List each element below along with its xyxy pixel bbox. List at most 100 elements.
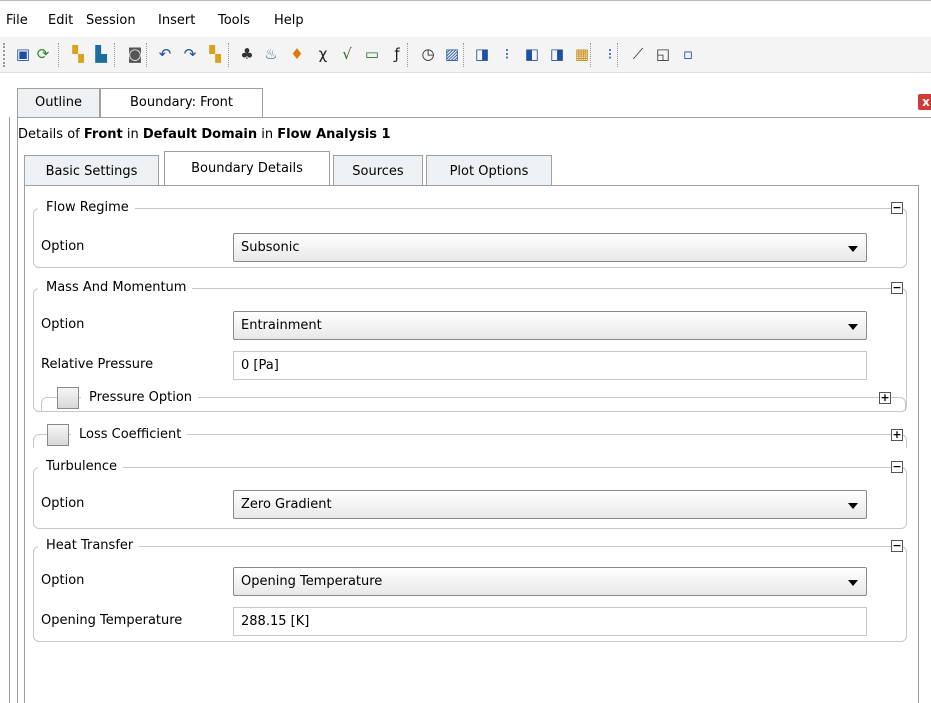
boundary-icon[interactable]: ⁝ xyxy=(497,44,517,64)
tab-basic-settings[interactable]: Basic Settings xyxy=(24,155,159,185)
expand-icon[interactable]: + xyxy=(879,392,891,404)
details-in-2: in xyxy=(261,127,274,142)
menu-tools[interactable]: Tools xyxy=(218,13,250,28)
tab-basic-settings-label: Basic Settings xyxy=(45,164,138,179)
toolbar-separator xyxy=(590,43,592,67)
mass-momentum-option-select[interactable]: Entrainment xyxy=(233,311,867,340)
collapse-glyph: − xyxy=(892,201,902,214)
expand-glyph: + xyxy=(892,428,902,441)
details-prefix: Details of xyxy=(18,127,80,142)
dropdown-arrow-icon xyxy=(848,324,858,330)
flow-regime-title: Flow Regime xyxy=(38,200,135,216)
toolbar-separator xyxy=(617,43,619,67)
menu-edit[interactable]: Edit xyxy=(48,13,73,28)
loss-coefficient-checkbox[interactable] xyxy=(47,424,69,446)
menu-insert[interactable]: Insert xyxy=(158,13,195,28)
relative-pressure-input[interactable]: 0 [Pa] xyxy=(233,351,867,380)
opening-temperature-value: 288.15 [K] xyxy=(241,614,310,629)
tab-sources-label: Sources xyxy=(352,164,404,179)
toolbar-separator xyxy=(228,43,230,67)
tab-outline-label: Outline xyxy=(34,95,83,110)
reaction-icon[interactable]: ♦ xyxy=(287,44,307,64)
domain-box-icon[interactable]: ◨ xyxy=(472,44,492,64)
load-icon[interactable]: ▚ xyxy=(205,44,225,64)
flow-regime-option-select[interactable]: Subsonic xyxy=(233,233,867,262)
collapse-icon[interactable]: − xyxy=(891,202,903,214)
domain-icon[interactable]: ♣ xyxy=(237,44,257,64)
toolbar-separator xyxy=(58,43,60,67)
details-analysis: Flow Analysis 1 xyxy=(277,127,391,142)
mesh-icon[interactable]: ▙ xyxy=(91,44,111,64)
mass-momentum-option-value: Entrainment xyxy=(241,318,322,333)
refresh-icon[interactable]: ⟳ xyxy=(33,44,53,64)
menu-help[interactable]: Help xyxy=(274,13,304,28)
details-header: Details of Front in Default Domain in Fl… xyxy=(18,127,391,142)
function-icon[interactable]: √ xyxy=(337,44,357,64)
interface-icon[interactable]: ◧ xyxy=(522,44,542,64)
menu-session[interactable]: Session xyxy=(86,13,136,28)
turbulence-option-select[interactable]: Zero Gradient xyxy=(233,490,867,519)
close-glyph: x xyxy=(922,95,930,109)
pressure-option-checkbox[interactable] xyxy=(57,387,79,409)
opening-temperature-label: Opening Temperature xyxy=(41,613,183,628)
collapse-icon[interactable]: − xyxy=(891,461,903,473)
tab-boundary-details[interactable]: Boundary Details xyxy=(164,151,330,185)
toolbar-separator xyxy=(114,43,116,67)
dropdown-arrow-icon xyxy=(848,580,858,586)
tab-plot-options-label: Plot Options xyxy=(449,164,529,179)
toolbar: ▣ ⟳ ▚ ▙ ◙ ↶ ↷ ▚ ♣ ♨ ♦ χ √ ▭ ƒ ◷ ▨ ◨ ⁝ ◧ ◨ ▦ ⁝ ⟋ ◱ ▫ xyxy=(0,37,931,73)
loss-coefficient-label: Loss Coefficient xyxy=(71,427,188,443)
relative-pressure-label: Relative Pressure xyxy=(41,357,154,372)
camera-icon[interactable]: ◙ xyxy=(125,44,145,64)
toolbar-grip[interactable] xyxy=(3,43,7,67)
expand-icon[interactable]: + xyxy=(891,429,903,441)
turbulence-title: Turbulence xyxy=(38,459,124,475)
save-icon[interactable]: ▣ xyxy=(13,44,33,64)
redo-icon[interactable]: ↷ xyxy=(180,44,200,64)
mesh-adapt-icon[interactable]: ▦ xyxy=(572,44,592,64)
outline-panel-edge xyxy=(9,117,10,703)
mass-momentum-option-label: Option xyxy=(41,317,85,332)
menu-file[interactable]: File xyxy=(6,13,28,28)
flow-regime-option-label: Option xyxy=(41,239,85,254)
turbulence-option-value: Zero Gradient xyxy=(241,497,332,512)
expression-icon[interactable]: χ xyxy=(313,44,333,64)
heat-transfer-title: Heat Transfer xyxy=(38,538,140,554)
heat-transfer-option-label: Option xyxy=(41,573,85,588)
turbulence-option-label: Option xyxy=(41,496,85,511)
undo-icon[interactable]: ↶ xyxy=(155,44,175,64)
solver-icon[interactable]: ◱ xyxy=(653,44,673,64)
monitor-icon[interactable]: ⟋ xyxy=(628,44,648,64)
timer-icon[interactable]: ◷ xyxy=(418,44,438,64)
collapse-glyph: − xyxy=(892,460,902,473)
collapse-icon[interactable]: − xyxy=(891,282,903,294)
tab-sources[interactable]: Sources xyxy=(333,155,423,185)
pressure-option-label: Pressure Option xyxy=(81,390,199,406)
mass-momentum-title: Mass And Momentum xyxy=(38,280,193,296)
tab-boundary-front[interactable]: Boundary: Front xyxy=(100,88,263,118)
toolbar-separator xyxy=(146,43,148,67)
solver-control-icon[interactable]: ▫ xyxy=(678,44,698,64)
tab-outline[interactable]: Outline xyxy=(17,88,100,117)
dropdown-arrow-icon xyxy=(848,503,858,509)
details-in-1: in xyxy=(126,127,139,142)
details-object: Front xyxy=(83,127,123,142)
heat-transfer-option-value: Opening Temperature xyxy=(241,574,383,589)
collapse-glyph: − xyxy=(892,539,902,552)
toolbar-separator xyxy=(407,43,409,67)
user-routine-icon[interactable]: ▭ xyxy=(362,44,382,64)
output-icon[interactable]: ▨ xyxy=(442,44,462,64)
heat-transfer-option-select[interactable]: Opening Temperature xyxy=(233,567,867,596)
relative-pressure-value: 0 [Pa] xyxy=(241,358,279,373)
material-icon[interactable]: ♨ xyxy=(261,44,281,64)
import-mesh-icon[interactable]: ▚ xyxy=(68,44,88,64)
collapse-glyph: − xyxy=(892,281,902,294)
fx-icon[interactable]: ƒ xyxy=(387,44,407,64)
details-domain: Default Domain xyxy=(142,127,258,142)
close-icon[interactable]: x xyxy=(918,94,931,110)
subdomain-icon[interactable]: ◨ xyxy=(547,44,567,64)
tab-plot-options[interactable]: Plot Options xyxy=(426,155,552,185)
opening-temperature-input[interactable]: 288.15 [K] xyxy=(233,607,867,636)
collapse-icon[interactable]: − xyxy=(891,540,903,552)
menu-bar: File Edit Session Insert Tools Help xyxy=(0,0,931,36)
